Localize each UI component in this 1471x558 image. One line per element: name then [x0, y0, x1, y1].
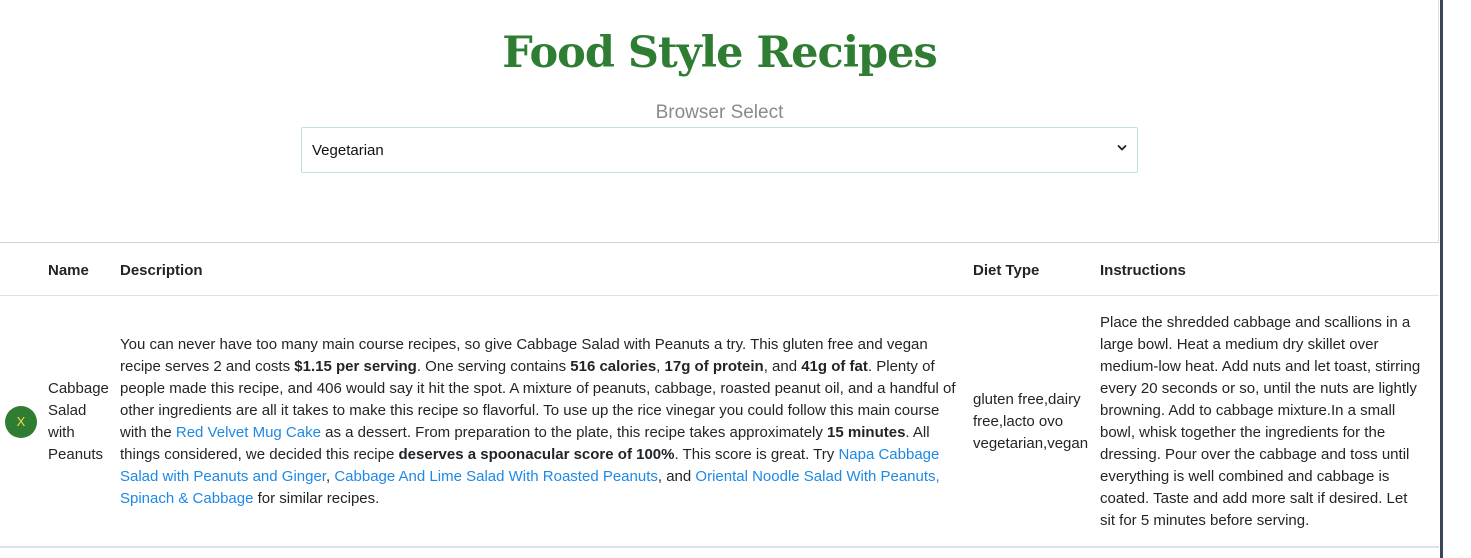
instruction-line: Place the shredded cabbage and scallions… [1100, 314, 1411, 331]
instruction-line: browning. Add to cabbage mixture.In a sm… [1100, 402, 1396, 419]
remove-recipe-button[interactable]: X [5, 406, 37, 438]
instruction-line: every 20 seconds or so, until the nuts a… [1100, 380, 1417, 397]
instruction-line: medium-low heat. Add nuts and let toast,… [1100, 358, 1421, 375]
column-header-description: Description [120, 262, 203, 279]
diet-select-value: Vegetarian [312, 142, 384, 159]
instruction-line: sit for 5 minutes before serving. [1100, 512, 1310, 529]
instruction-line: coated. Taste and add more salt if desir… [1100, 490, 1408, 507]
window-edge-divider [1440, 0, 1443, 558]
description-text: as a dessert. From preparation to the pl… [320, 424, 828, 441]
description-text: for similar recipes. [253, 490, 380, 507]
page: Food Style Recipes Browser Select Vegeta… [0, 0, 1471, 558]
header-panel: Food Style Recipes Browser Select Vegeta… [0, 0, 1439, 243]
description-text: , and [763, 358, 802, 375]
diet-line: gluten free,dairy [973, 391, 1081, 408]
column-header-name: Name [48, 262, 89, 279]
instruction-line: bowl, whisk together the ingredients for… [1100, 424, 1386, 441]
diet-line: free,lacto ovo [973, 413, 1064, 430]
recipe-diet-type: gluten free,dairy free,lacto ovo vegetar… [973, 389, 1093, 455]
description-text: . One serving contains [416, 358, 571, 375]
recipe-name: Cabbage Salad with Peanuts [48, 378, 114, 466]
description-text: , and [657, 468, 696, 485]
table-row: X Cabbage Salad with Peanuts You can nev… [0, 296, 1439, 548]
related-recipe-link[interactable]: Red Velvet Mug Cake [176, 424, 321, 441]
description-protein: 17g of protein [664, 358, 764, 375]
description-calories: 516 calories [570, 358, 657, 375]
recipe-instructions: Place the shredded cabbage and scallions… [1100, 312, 1438, 532]
recipe-description: You can never have too many main course … [120, 334, 958, 510]
column-header-instructions: Instructions [1100, 262, 1186, 279]
chevron-down-icon [1117, 145, 1127, 151]
description-fat: 41g of fat [801, 358, 868, 375]
description-text: , [656, 358, 665, 375]
select-label: Browser Select [655, 102, 784, 123]
similar-recipe-link[interactable]: Cabbage And Lime Salad With Roasted Pean… [334, 468, 658, 485]
column-header-diet-type: Diet Type [973, 262, 1040, 279]
diet-line: vegetarian,vegan [973, 435, 1089, 452]
diet-select[interactable]: Vegetarian [301, 127, 1138, 173]
instruction-line: everything is well combined and cabbage … [1100, 468, 1390, 485]
recipe-name-line: with [48, 424, 75, 441]
recipe-name-line: Salad [48, 402, 87, 419]
instruction-line: dressing. Pour over the cabbage and toss… [1100, 446, 1410, 463]
table-header: Name Description Diet Type Instructions [0, 244, 1439, 296]
description-price: $1.15 per serving [294, 358, 417, 375]
description-score: deserves a spoonacular score of 100% [398, 446, 675, 463]
description-time: 15 minutes [827, 424, 906, 441]
recipe-name-line: Peanuts [48, 446, 104, 463]
page-title: Food Style Recipes [502, 28, 937, 78]
description-text: . This score is great. Try [674, 446, 839, 463]
instruction-line: large bowl. Heat a medium dry skillet ov… [1100, 336, 1379, 353]
recipe-name-line: Cabbage [48, 380, 109, 397]
